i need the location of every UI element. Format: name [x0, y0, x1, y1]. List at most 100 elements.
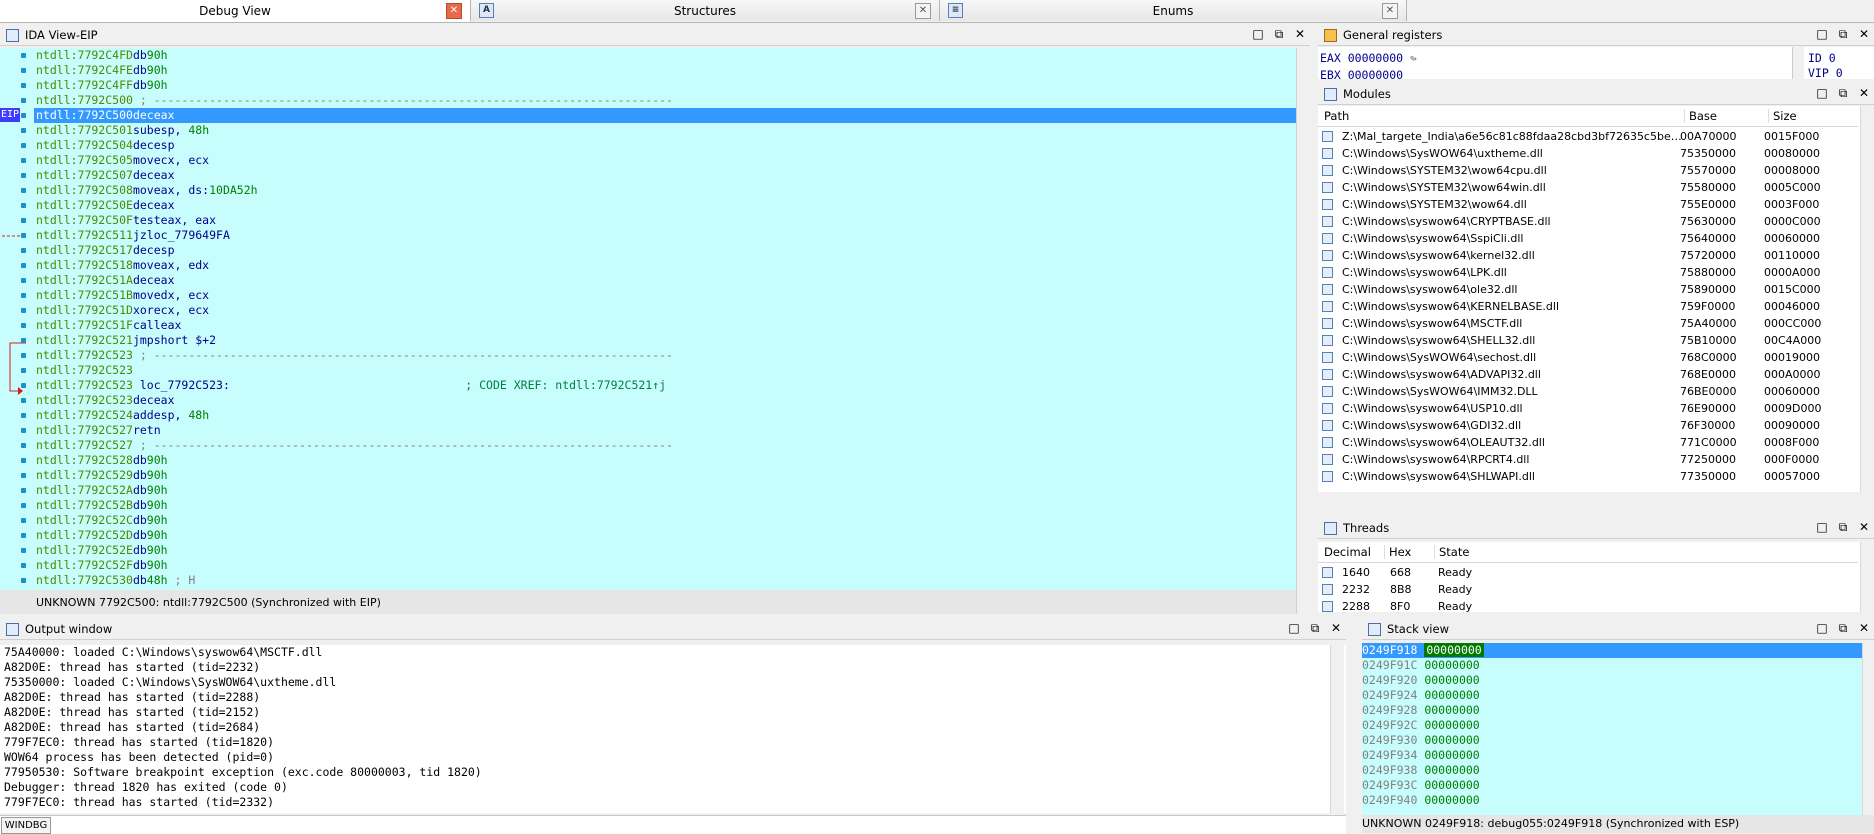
- code-label[interactable]: loc_7792C523:: [133, 378, 230, 392]
- tab-enums[interactable]: ≡ Enums ✕: [940, 0, 1407, 21]
- breakpoint-dot[interactable]: [21, 518, 26, 523]
- stack-row[interactable]: 0249F93C 00000000: [1362, 778, 1862, 793]
- breakpoint-dot[interactable]: [21, 383, 26, 388]
- close-icon[interactable]: ✕: [446, 3, 462, 19]
- stack-value[interactable]: 00000000: [1424, 778, 1479, 792]
- operand[interactable]: esp: [154, 138, 175, 152]
- code-line[interactable]: ntdll:7792C500deceax: [36, 108, 175, 123]
- close-icon[interactable]: ✕: [1858, 520, 1870, 535]
- module-row[interactable]: C:\Windows\SysWOW64\uxtheme.dll 75350000 0…: [1318, 145, 1858, 162]
- minimize-icon[interactable]: □: [1816, 27, 1828, 42]
- thread-row[interactable]: 1640 668 Ready: [1318, 564, 1858, 581]
- threads-scrollbar[interactable]: [1860, 542, 1874, 612]
- breakpoint-dot[interactable]: [21, 278, 26, 283]
- module-row[interactable]: C:\Windows\syswow64\LPK.dll 75880000 0000A…: [1318, 264, 1858, 281]
- code-line[interactable]: ntdll:7792C528db90h: [36, 453, 168, 468]
- column-header-base[interactable]: Base: [1684, 109, 1717, 123]
- modules-scrollbar[interactable]: [1860, 106, 1874, 492]
- code-line[interactable]: ntdll:7792C523: [36, 363, 133, 378]
- thread-row[interactable]: 2232 8B8 Ready: [1318, 581, 1858, 598]
- operand[interactable]: eax, edx: [154, 258, 209, 272]
- thread-row[interactable]: 2288 8F0 Ready: [1318, 598, 1858, 612]
- stack-value[interactable]: 00000000: [1424, 763, 1479, 777]
- operand[interactable]: esp,: [154, 408, 189, 422]
- breakpoint-dot[interactable]: [21, 248, 26, 253]
- code-line[interactable]: ntdll:7792C500 ; -----------------------…: [36, 93, 673, 108]
- breakpoint-dot[interactable]: [21, 188, 26, 193]
- breakpoint-dot[interactable]: [21, 53, 26, 58]
- module-row[interactable]: C:\Windows\syswow64\KERNELBASE.dll 759F00…: [1318, 298, 1858, 315]
- module-row[interactable]: C:\Windows\syswow64\CRYPTBASE.dll 7563000…: [1318, 213, 1858, 230]
- stack-view[interactable]: 0249F918 00000000 0249F91C 00000000 0249F9…: [1362, 643, 1874, 815]
- register-value[interactable]: 00000000: [1348, 51, 1403, 65]
- restore-icon[interactable]: ⧉: [1273, 27, 1285, 42]
- breakpoint-dot[interactable]: [21, 338, 26, 343]
- breakpoint-dot[interactable]: [21, 83, 26, 88]
- code-line[interactable]: ntdll:7792C51Dxorecx, ecx: [36, 303, 209, 318]
- column-header-decimal[interactable]: Decimal: [1324, 545, 1371, 559]
- breakpoint-dot[interactable]: [21, 113, 26, 118]
- ida-scrollbar[interactable]: [1296, 48, 1311, 614]
- breakpoint-dot[interactable]: [21, 203, 26, 208]
- jump-arrow-icon[interactable]: ↬: [1410, 51, 1417, 65]
- code-line[interactable]: ntdll:7792C527 ; -----------------------…: [36, 438, 673, 453]
- stack-value[interactable]: 00000000: [1424, 703, 1479, 717]
- operand[interactable]: ecx, ecx: [154, 153, 209, 167]
- stack-value[interactable]: 00000000: [1424, 688, 1479, 702]
- module-row[interactable]: C:\Windows\syswow64\ADVAPI32.dll 768E0000…: [1318, 366, 1858, 383]
- stack-row[interactable]: 0249F920 00000000: [1362, 673, 1862, 688]
- close-icon[interactable]: ✕: [1382, 3, 1398, 19]
- xref-comment[interactable]: ; CODE XREF: ntdll:7792C521↑j: [465, 378, 666, 392]
- close-icon[interactable]: ✕: [1858, 86, 1870, 101]
- stack-row[interactable]: 0249F928 00000000: [1362, 703, 1862, 718]
- minimize-icon[interactable]: □: [1252, 27, 1264, 42]
- module-row[interactable]: C:\Windows\syswow64\OLEAUT32.dll 771C0000…: [1318, 434, 1858, 451]
- command-bar[interactable]: [0, 815, 1346, 834]
- module-row[interactable]: C:\Windows\syswow64\SHELL32.dll 75B10000 0…: [1318, 332, 1858, 349]
- breakpoint-dot[interactable]: [21, 263, 26, 268]
- module-row[interactable]: C:\Windows\syswow64\kernel32.dll 75720000…: [1318, 247, 1858, 264]
- close-icon[interactable]: ✕: [1858, 621, 1870, 636]
- breakpoint-dot[interactable]: [21, 128, 26, 133]
- breakpoint-dot[interactable]: [21, 173, 26, 178]
- module-row[interactable]: C:\Windows\syswow64\SHLWAPI.dll 77350000 0…: [1318, 468, 1858, 485]
- operand[interactable]: eax: [154, 168, 175, 182]
- breakpoint-dot[interactable]: [21, 443, 26, 448]
- code-line[interactable]: ntdll:7792C50Edeceax: [36, 198, 175, 213]
- registers-scrollbar[interactable]: [1792, 47, 1804, 79]
- stack-value[interactable]: 00000000: [1424, 643, 1484, 657]
- operand[interactable]: eax: [161, 318, 182, 332]
- module-row[interactable]: C:\Windows\SysWOW64\sechost.dll 768C0000 0…: [1318, 349, 1858, 366]
- stack-scrollbar[interactable]: [1862, 643, 1874, 815]
- stack-value[interactable]: 00000000: [1424, 718, 1479, 732]
- stack-value[interactable]: 00000000: [1424, 793, 1479, 807]
- module-row[interactable]: Z:\Mal_targete_India\a6e56c81c88fdaa28cb…: [1318, 128, 1858, 145]
- stack-value[interactable]: 00000000: [1424, 733, 1479, 747]
- output-window[interactable]: 75A40000: loaded C:\Windows\syswow64\MSC…: [0, 645, 1346, 813]
- breakpoint-dot[interactable]: [21, 488, 26, 493]
- close-icon[interactable]: ✕: [1330, 621, 1342, 636]
- code-line[interactable]: ntdll:7792C505movecx, ecx: [36, 153, 209, 168]
- restore-icon[interactable]: ⧉: [1837, 520, 1849, 535]
- breakpoint-dot[interactable]: [21, 158, 26, 163]
- stack-row[interactable]: 0249F940 00000000: [1362, 793, 1862, 808]
- stack-row[interactable]: 0249F91C 00000000: [1362, 658, 1862, 673]
- stack-row[interactable]: 0249F924 00000000: [1362, 688, 1862, 703]
- close-icon[interactable]: ✕: [1294, 27, 1306, 42]
- code-line[interactable]: ntdll:7792C4FDdb90h: [36, 48, 168, 63]
- breakpoint-dot[interactable]: [21, 533, 26, 538]
- operand[interactable]: esp,: [154, 123, 189, 137]
- column-header-hex[interactable]: Hex: [1384, 545, 1411, 559]
- module-row[interactable]: C:\Windows\SYSTEM32\wow64win.dll 75580000…: [1318, 179, 1858, 196]
- module-row[interactable]: C:\Windows\syswow64\SspiCli.dll 75640000 0…: [1318, 230, 1858, 247]
- output-scrollbar[interactable]: [1330, 645, 1344, 813]
- breakpoint-dot[interactable]: [21, 68, 26, 73]
- code-line[interactable]: ntdll:7792C517decesp: [36, 243, 175, 258]
- breakpoint-dot[interactable]: [21, 368, 26, 373]
- operand[interactable]: ecx, ecx: [154, 303, 209, 317]
- breakpoint-dot[interactable]: [21, 323, 26, 328]
- stack-value[interactable]: 00000000: [1424, 673, 1479, 687]
- module-row[interactable]: C:\Windows\syswow64\RPCRT4.dll 77250000 00…: [1318, 451, 1858, 468]
- code-line[interactable]: ntdll:7792C508moveax, ds:10DA52h: [36, 183, 258, 198]
- stack-row[interactable]: 0249F938 00000000: [1362, 763, 1862, 778]
